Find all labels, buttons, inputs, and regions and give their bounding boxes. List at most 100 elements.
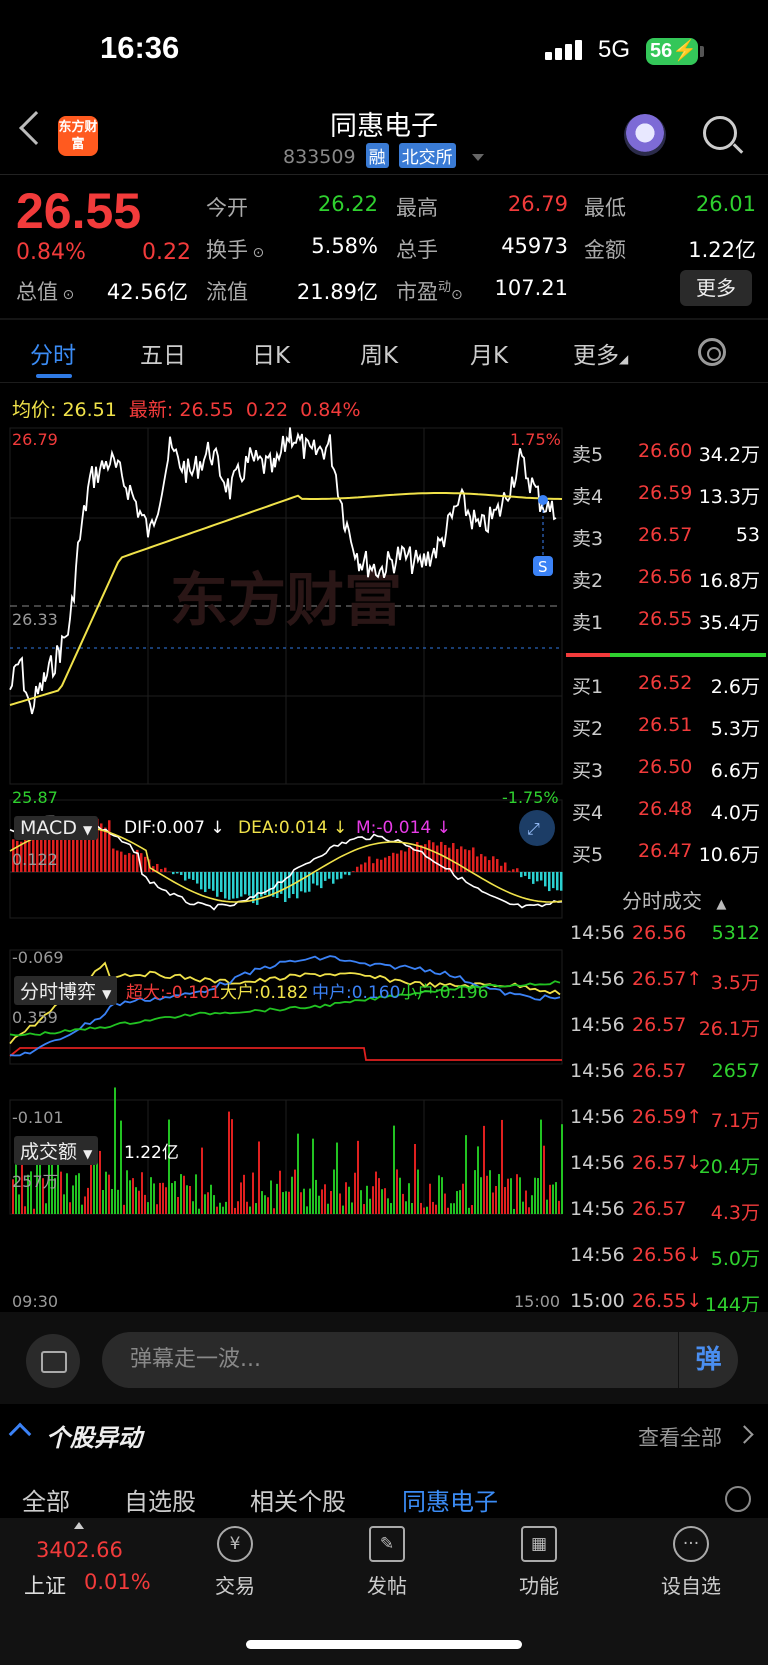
volume-bar [528,1207,530,1214]
fund-panel-frame [9,949,563,1065]
volume-bar [381,1189,383,1214]
tab-monthly-k[interactable]: 月K [470,336,508,370]
danmu-send-button[interactable]: 弹 [678,1332,738,1388]
macd-bar [396,853,399,872]
nav-post[interactable]: ✎ 发帖 [342,1526,432,1599]
macd-bar [104,827,107,872]
volume-top: 257万 [12,1172,59,1191]
trade-price: 26.57 [632,1014,687,1036]
exchange-tag: 北交所 [398,143,456,168]
volume-bar [315,1179,317,1214]
macd-bar [204,872,207,893]
volume-bar [177,1196,179,1214]
danmu-input[interactable]: 弹幕走一波... [102,1332,738,1388]
ob-level: 买1 [572,676,604,698]
tab-weekly-k[interactable]: 周K [360,336,398,370]
news-tab-related[interactable]: 相关个股 [250,1482,346,1517]
caret-down-icon [471,154,484,161]
intraday-chart[interactable]: 东方财富 S ⤢ [0,420,564,1310]
chevron-right-icon[interactable] [735,1425,754,1444]
chart-summary: 均价: 26.51 最新: 26.55 0.22 0.84% [12,395,361,422]
macd-bar [108,820,111,872]
volume-bar [411,1203,413,1214]
macd-bar [500,865,503,872]
index-pct[interactable]: 0.01% [84,1570,151,1594]
edit-icon: ✎ [369,1526,405,1562]
robot-assistant-icon[interactable] [624,114,666,156]
tab-five-day[interactable]: 五日 [140,336,186,370]
nav-add-watchlist[interactable]: ··· 设自选 [646,1526,736,1599]
news-tab-stock[interactable]: 同惠电子 [402,1482,498,1517]
trade-time: 15:00 [570,1290,625,1312]
time-end: 15:00 [514,1292,561,1311]
news-tab-watchlist[interactable]: 自选股 [124,1482,196,1517]
volume-bar [366,1185,368,1214]
macd-bar [328,872,331,879]
nav-functions[interactable]: ▦ 功能 [494,1526,584,1599]
macd-bar [164,867,167,872]
macd-bar [380,859,383,872]
macd-bar [432,842,435,872]
index-value[interactable]: 3402.66 [36,1538,123,1562]
news-settings-gear-icon[interactable] [725,1486,751,1512]
ob-price: 26.59 [638,482,693,504]
volume-bar [63,1194,65,1214]
volume-bar [132,1178,134,1214]
ob-price: 26.52 [638,672,693,694]
macd-bar [224,872,227,899]
macd-bar [184,872,187,881]
volume-bar [120,1120,122,1214]
ob-volume: 13.3万 [698,486,760,508]
tab-more[interactable]: 更多◢ [573,336,628,370]
tab-intraday[interactable]: 分时 [30,336,76,370]
volume-bar [426,1206,428,1214]
view-all-link[interactable]: 查看全部 [638,1422,722,1452]
more-quote-button[interactable]: 更多 [680,270,752,306]
order-book-row: 买2 26.51 5.3万 [572,706,762,748]
macd-bar [124,854,127,872]
ob-level: 卖2 [572,570,604,592]
trade-time: 14:56 [570,1106,625,1128]
volume-bar [87,1187,89,1214]
news-tab-all[interactable]: 全部 [22,1482,70,1517]
time-start: 09:30 [12,1292,59,1311]
macd-bar [252,872,255,904]
tab-daily-k[interactable]: 日K [252,336,290,370]
volume-bar [444,1193,446,1214]
macd-selector[interactable]: MACD ▼ [14,816,99,840]
latest-value: 26.55 [179,399,234,421]
trades-title[interactable]: 分时成交 ▲ [622,885,726,914]
volume-bar [531,1195,533,1214]
volume-bar [288,1191,290,1214]
avg-label: 均价: [12,399,57,421]
index-name[interactable]: 上证 [24,1570,66,1600]
macd-bar [320,872,323,889]
volume-bar [486,1175,488,1214]
collapse-chevron-icon[interactable] [8,1422,32,1446]
trade-price: 26.56↓ [632,1244,703,1266]
volume-selector[interactable]: 成交额 ▼ [14,1136,99,1165]
stock-code-line[interactable]: 833509 融 北交所 [283,143,484,168]
macd-bar [296,872,299,899]
volume-bar [540,1119,542,1214]
macd-bar [160,868,163,872]
fund-mid: 中户:0.160 [312,983,401,1003]
chart-settings-gear-icon[interactable] [698,338,726,366]
volume-bar [117,1189,119,1214]
macd-bar [388,856,391,872]
macd-bar [192,872,195,880]
fund-flow-selector[interactable]: 分时博弈 ▼ [14,976,118,1005]
volume-bar [81,1204,83,1214]
nav-trade[interactable]: ¥ 交易 [190,1526,280,1599]
open-label: 今开 [206,196,248,220]
macd-bar [300,872,303,892]
volume-bar [522,1201,524,1214]
latest-label: 最新: [128,399,174,421]
volume-bar [432,1201,434,1214]
volume-bar [291,1176,293,1214]
danmu-settings-icon[interactable] [26,1334,80,1388]
volume-bar [450,1203,452,1214]
macd-bar [180,872,183,875]
macd-bar [364,862,367,872]
search-icon[interactable] [703,116,737,150]
